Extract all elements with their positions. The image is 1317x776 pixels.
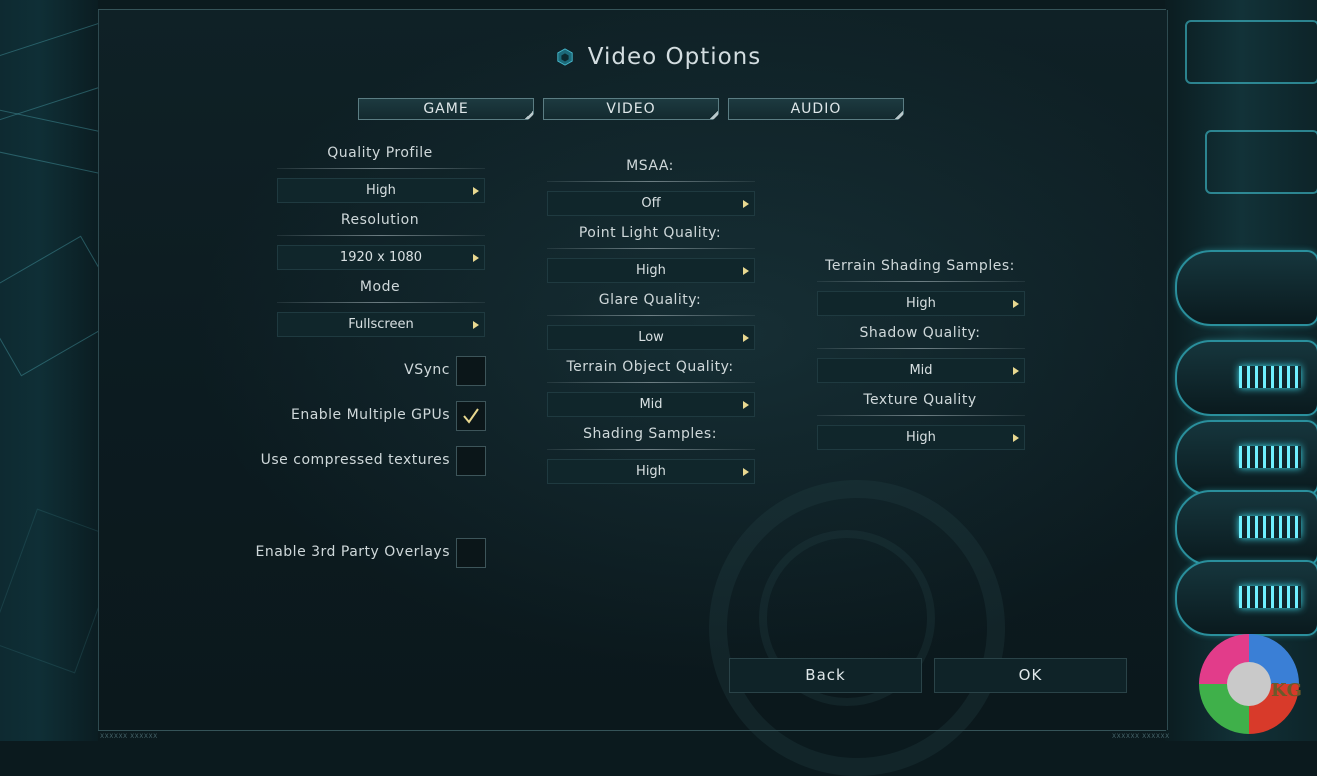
msaa-dropdown[interactable]: Off [547,191,755,216]
terrain-object-quality-dropdown[interactable]: Mid [547,392,755,417]
divider [817,281,1025,282]
divider [277,235,485,236]
divider [817,415,1025,416]
texture-quality-value: High [906,430,936,445]
glare-quality-value: Low [638,330,664,345]
compressed-textures-checkbox[interactable] [456,446,486,476]
mode-value: Fullscreen [348,317,414,332]
kg-watermark-logo: KG [1199,634,1302,734]
resolution-label: Resolution [340,212,420,228]
tab-video[interactable]: VIDEO [543,98,719,120]
tab-audio[interactable]: AUDIO [728,98,904,120]
shading-samples-label: Shading Samples: [583,426,717,442]
multiple-gpus-label: Enable Multiple GPUs [290,407,450,423]
triangle-right-icon [1013,367,1019,375]
triangle-right-icon [1013,300,1019,308]
tab-game[interactable]: GAME [358,98,534,120]
triangle-right-icon [743,200,749,208]
mode-label: Mode [359,279,401,295]
background-left-scenery [0,0,98,741]
divider [817,348,1025,349]
compressed-textures-label: Use compressed textures [260,452,450,468]
vsync-checkbox[interactable] [456,356,486,386]
checkmark-icon [463,408,479,424]
footer-left-text: XXXXXX XXXXXX [100,733,158,740]
quality-profile-dropdown[interactable]: High [277,178,485,203]
divider [277,168,485,169]
ok-button[interactable]: OK [934,658,1127,693]
glare-quality-label: Glare Quality: [598,292,702,308]
vsync-row: VSync [260,356,486,386]
terrain-object-quality-value: Mid [639,397,663,412]
resolution-value: 1920 x 1080 [339,250,423,265]
vsync-label: VSync [404,362,450,378]
point-light-quality-label: Point Light Quality: [578,225,722,241]
triangle-right-icon [743,468,749,476]
triangle-right-icon [473,187,479,195]
page-title: Video Options [587,44,762,70]
divider [277,302,485,303]
triangle-right-icon [743,401,749,409]
glare-quality-dropdown[interactable]: Low [547,325,755,350]
back-button[interactable]: Back [729,658,922,693]
triangle-right-icon [473,321,479,329]
point-light-quality-dropdown[interactable]: High [547,258,755,283]
terrain-shading-samples-dropdown[interactable]: High [817,291,1025,316]
msaa-label: MSAA: [626,158,674,174]
shading-samples-value: High [636,464,666,479]
shadow-quality-label: Shadow Quality: [859,325,981,341]
shadow-quality-dropdown[interactable]: Mid [817,358,1025,383]
divider [547,449,755,450]
multiple-gpus-checkbox[interactable] [456,401,486,431]
page-title-row: Video Options [0,44,1317,70]
footer-right-text: XXXXXX XXXXXX [1112,733,1170,740]
third-party-overlays-checkbox[interactable] [456,538,486,568]
compressed-textures-row: Use compressed textures [260,446,486,476]
msaa-value: Off [641,196,661,211]
quality-profile-label: Quality Profile [327,145,433,161]
mode-dropdown[interactable]: Fullscreen [277,312,485,337]
texture-quality-dropdown[interactable]: High [817,425,1025,450]
terrain-shading-samples-value: High [906,296,936,311]
terrain-shading-samples-label: Terrain Shading Samples: [825,258,1015,274]
resolution-dropdown[interactable]: 1920 x 1080 [277,245,485,270]
third-party-overlays-label: Enable 3rd Party Overlays [255,544,450,560]
shading-samples-dropdown[interactable]: High [547,459,755,484]
hexagon-cube-icon [557,48,573,66]
divider [547,181,755,182]
svg-text:KG: KG [1271,680,1302,701]
divider [547,248,755,249]
panel-bottom-border [98,730,1166,731]
point-light-quality-value: High [636,263,666,278]
triangle-right-icon [743,334,749,342]
divider [547,382,755,383]
multiple-gpus-row: Enable Multiple GPUs [260,401,486,431]
third-party-overlays-row: Enable 3rd Party Overlays [256,538,486,568]
triangle-right-icon [743,267,749,275]
terrain-object-quality-label: Terrain Object Quality: [566,359,734,375]
texture-quality-label: Texture Quality [863,392,977,408]
shadow-quality-value: Mid [909,363,933,378]
quality-profile-value: High [366,183,396,198]
triangle-right-icon [1013,434,1019,442]
divider [547,315,755,316]
triangle-right-icon [473,254,479,262]
